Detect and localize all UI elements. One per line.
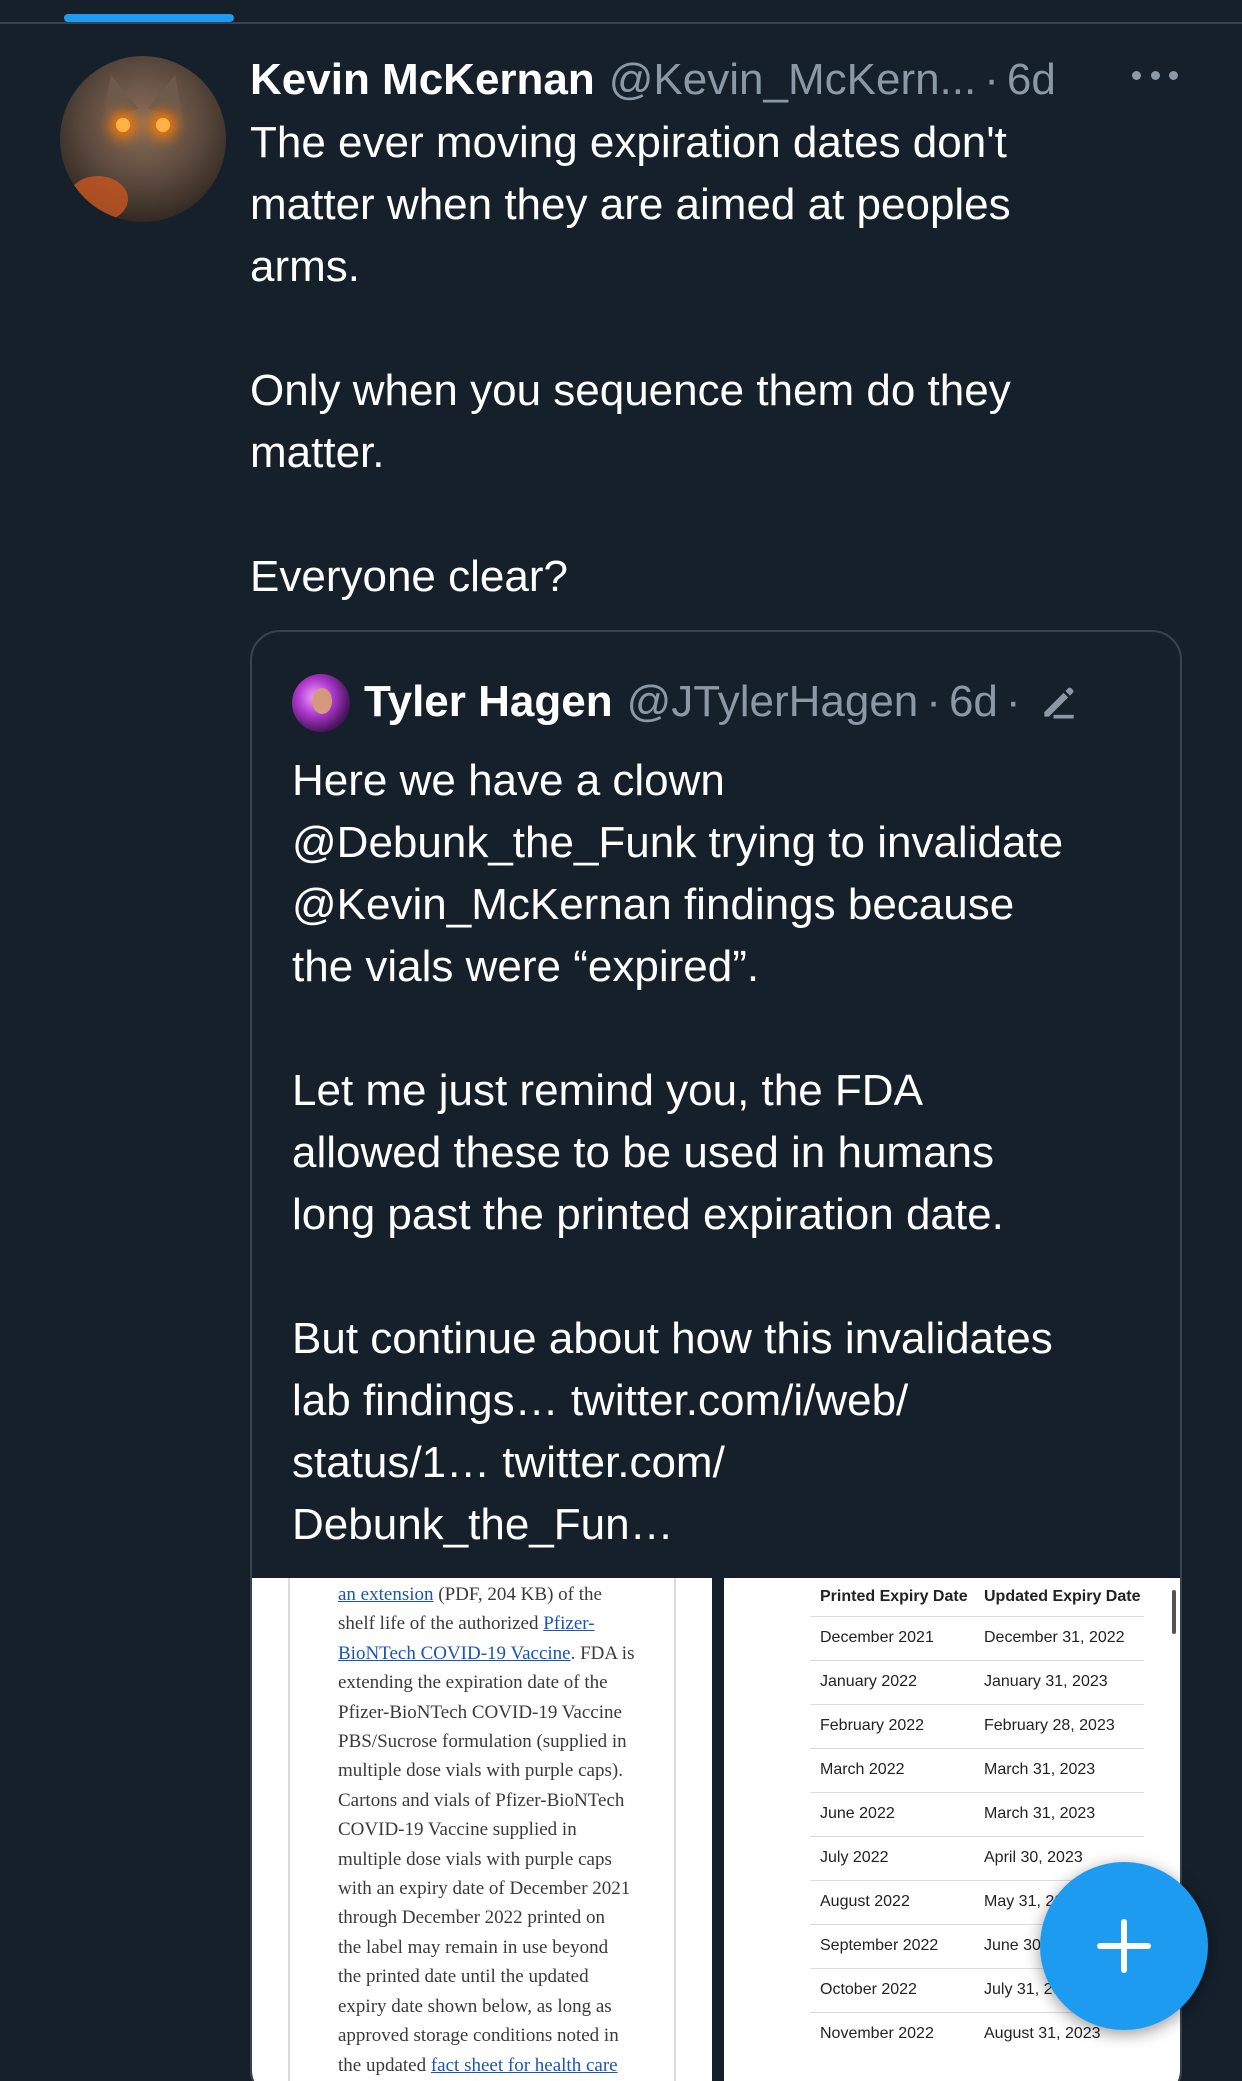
quoted-line: the vials were “expired”. [292, 942, 760, 991]
fact-sheet-link: fact sheet for health care [430, 2054, 618, 2076]
media-image-fda-text[interactable]: an extension (PDF, 204 KB) of the shelf … [252, 1578, 712, 2081]
separator: · [984, 55, 999, 104]
compose-plus-icon [1097, 1919, 1151, 1973]
table-cell: July 2022 [810, 1835, 974, 1880]
table-cell: February 2022 [810, 1703, 974, 1748]
quoted-line: Here we have a clown [292, 756, 725, 805]
quoted-line: But continue about how this invalidates [292, 1314, 1053, 1363]
doc-line: the printed date until the updated [338, 1966, 589, 1988]
table-row: December 2021 December 31, 2022 [810, 1615, 1144, 1660]
table-cell: January 2022 [810, 1659, 974, 1704]
table-cell: March 2022 [810, 1747, 974, 1792]
column-header: Printed Expiry Date [820, 1587, 968, 1605]
quoted-line: Let me just remind you, the FDA [292, 1066, 923, 1115]
table-row: June 2022 March 31, 2023 [810, 1791, 1144, 1836]
table-row: February 2022 February 28, 2023 [810, 1703, 1144, 1748]
pfizer-link: Pfizer- [543, 1613, 595, 1635]
table-cell: February 28, 2023 [974, 1703, 1144, 1748]
quoted-line: allowed these to be used in humans [292, 1128, 995, 1177]
quoted-line: @Debunk_the_Funk trying to invalidate [292, 818, 1064, 867]
doc-line: the label may remain in use beyond [338, 1936, 609, 1958]
extension-link: an extension [338, 1584, 434, 1605]
pfizer-link: BioNTech COVID-19 Vaccine [338, 1642, 571, 1664]
tweet-line: arms. [250, 242, 360, 291]
tweet-line: Only when you sequence them do they [250, 366, 1011, 415]
table-row: January 2022 January 31, 2023 [810, 1659, 1144, 1704]
doc-line: extending the expiration date of the [338, 1672, 608, 1694]
tweet-detail-screen: Kevin McKernan @Kevin_McKern... · 6d The… [0, 0, 1242, 2081]
tweet-time[interactable]: 6d [1007, 55, 1056, 105]
table-cell: October 2022 [810, 1967, 974, 2012]
quoted-tweet-text: Here we have a clown @Debunk_the_Funk tr… [292, 750, 1172, 1556]
separator: · [1005, 677, 1021, 726]
doc-text-fragment: shelf life of the authorized [338, 1613, 544, 1635]
author-name[interactable]: Kevin McKernan [250, 55, 595, 105]
table-cell: March 31, 2023 [974, 1791, 1144, 1836]
table-cell: November 2022 [810, 2011, 974, 2056]
table-cell: March 31, 2023 [974, 1747, 1144, 1792]
doc-line: COVID-19 Vaccine supplied in [338, 1819, 577, 1841]
quoted-author-avatar [292, 674, 350, 732]
edit-icon [1043, 687, 1074, 719]
quoted-line: status/1… twitter.com/ [292, 1438, 725, 1487]
quoted-tweet-time: 6d [948, 677, 998, 726]
column-header: Updated Expiry Date [984, 1587, 1141, 1605]
quoted-author-handle: @JTylerHagen [626, 677, 919, 726]
table-cell: January 31, 2023 [974, 1659, 1144, 1704]
table-cell: June 2022 [810, 1791, 974, 1836]
quoted-line: @Kevin_McKernan findings because [292, 880, 1015, 929]
compose-tweet-button[interactable] [1040, 1862, 1208, 2030]
separator: · [926, 677, 941, 726]
quoted-line: long past the printed expiration date. [292, 1190, 1004, 1239]
scrollbar [1172, 1590, 1176, 1634]
quoted-line: Debunk_the_Fun… [292, 1500, 674, 1549]
quoted-line: lab findings… twitter.com/i/web/ [292, 1376, 909, 1425]
tweet-line: The ever moving expiration dates don't [250, 118, 1007, 167]
tweet-header: Kevin McKernan @Kevin_McKern... · 6d [250, 50, 1190, 110]
tweet-line: matter. [250, 428, 385, 477]
quoted-tweet-card[interactable]: Tyler Hagen @JTylerHagen · 6d · Here we … [250, 630, 1182, 2081]
doc-line: PBS/Sucrose formulation (supplied in [338, 1731, 627, 1753]
doc-line: Cartons and vials of Pfizer-BioNTech [338, 1789, 625, 1811]
table-cell: December 31, 2022 [974, 1615, 1144, 1660]
tweet-line: Everyone clear? [250, 552, 568, 601]
table-header-row: Printed Expiry Date Updated Expiry Date [810, 1578, 1144, 1616]
doc-line: expiry date shown below, as long as [338, 1995, 612, 2017]
doc-text-fragment: (PDF, 204 KB) of the [433, 1584, 602, 1605]
table-cell: September 2022 [810, 1923, 974, 1968]
quoted-author-name: Tyler Hagen [364, 677, 613, 726]
doc-line: Pfizer-BioNTech COVID-19 Vaccine [338, 1701, 622, 1723]
author-handle[interactable]: @Kevin_McKern... [609, 55, 976, 105]
doc-line: multiple dose vials with purple caps). [338, 1760, 623, 1782]
tweet-text: The ever moving expiration dates don't m… [250, 112, 1170, 608]
table-row: March 2022 March 31, 2023 [810, 1747, 1144, 1792]
top-bar [0, 0, 1242, 24]
fda-document-text: an extension (PDF, 204 KB) of the shelf … [338, 1580, 678, 2080]
table-cell: December 2021 [810, 1615, 974, 1660]
doc-line: multiple dose vials with purple caps [338, 1848, 612, 1870]
doc-line: approved storage conditions noted in [338, 2025, 619, 2047]
tweet-line: matter when they are aimed at peoples [250, 180, 1011, 229]
doc-text-fragment: the updated [338, 2054, 431, 2076]
doc-line: with an expiry date of December 2021 [338, 1878, 631, 1900]
more-icon[interactable] [1132, 60, 1178, 90]
doc-line: through December 2022 printed on [338, 1907, 605, 1929]
table-cell: August 2022 [810, 1879, 974, 1924]
quoted-tweet-header: Tyler Hagen @JTylerHagen · 6d · [364, 670, 1164, 734]
doc-text-fragment: . FDA is [570, 1642, 635, 1664]
author-avatar[interactable] [60, 56, 226, 222]
loading-indicator [64, 14, 234, 22]
